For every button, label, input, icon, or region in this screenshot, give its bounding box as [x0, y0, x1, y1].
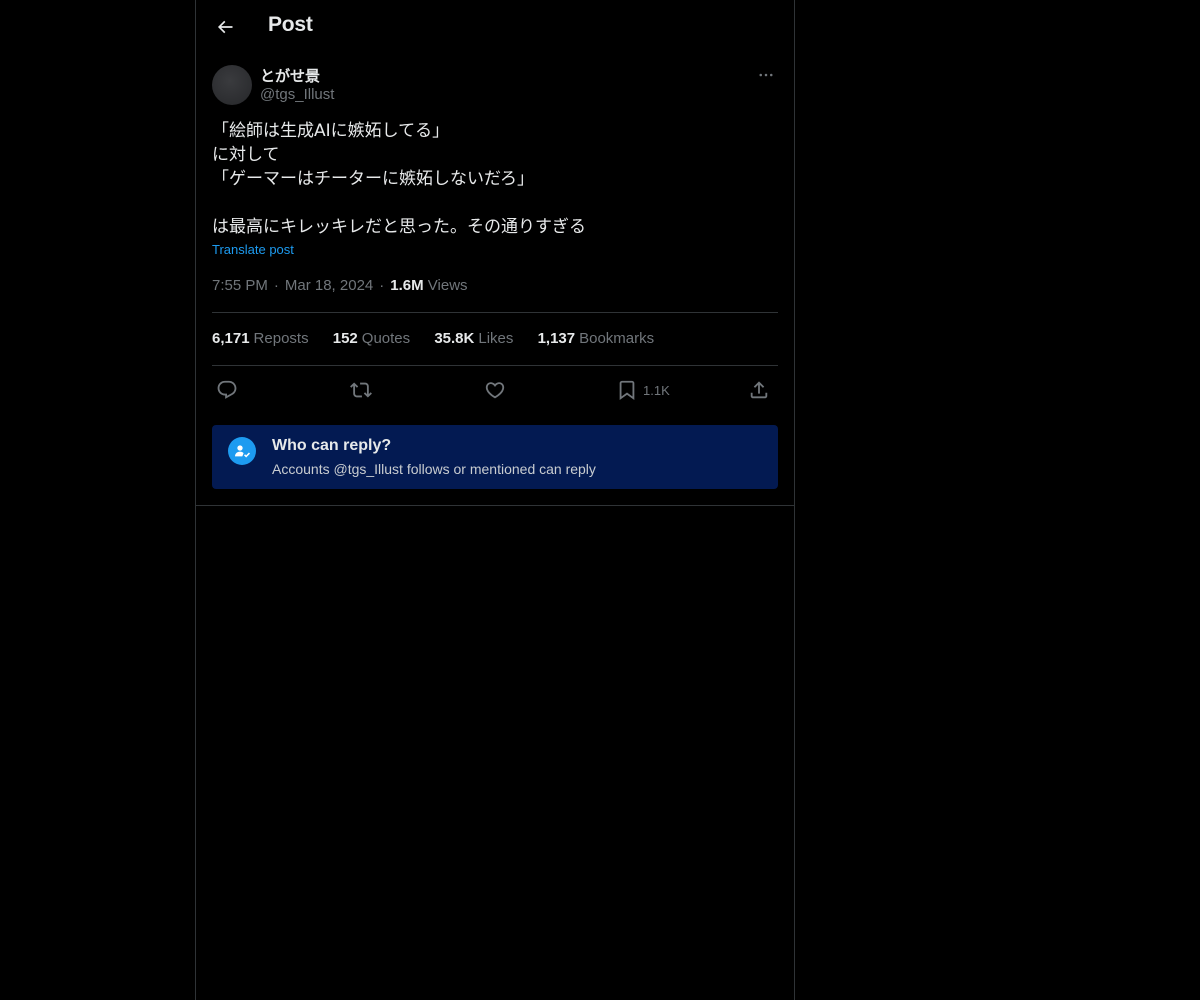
divider	[196, 505, 794, 506]
reply-icon	[217, 380, 237, 399]
post-metadata: 7:55 PM · Mar 18, 2024 · 1.6M Views	[212, 277, 468, 294]
who-can-reply-subtitle: Accounts @tgs_Illust follows or mentione…	[272, 461, 596, 477]
page-title: Post	[268, 13, 313, 36]
post-text-line: 「絵師は生成AIに嫉妬してる」	[212, 121, 450, 141]
bookmarks-stat[interactable]: 1,137 Bookmarks	[538, 330, 655, 347]
action-bar: 1.1K	[212, 376, 778, 404]
person-mention-icon	[235, 445, 250, 458]
views-label: Views	[427, 277, 468, 294]
author-handle[interactable]: @tgs_Illust	[260, 86, 334, 103]
bookmark-icon	[619, 380, 635, 401]
quotes-count: 152	[332, 330, 358, 347]
likes-stat[interactable]: 35.8K Likes	[434, 330, 513, 347]
likes-label: Likes	[478, 330, 514, 347]
reposts-count: 6,171	[212, 330, 250, 347]
quotes-label: Quotes	[361, 330, 411, 347]
author-display-name[interactable]: とがせ景	[260, 65, 320, 86]
reposts-stat[interactable]: 6,171 Reposts	[212, 330, 309, 347]
post-text: 「絵師は生成AIに嫉妬してる」 に対して 「ゲーマーはチーターに嫉妬しないだろ」…	[212, 119, 778, 239]
post-date[interactable]: Mar 18, 2024	[285, 277, 373, 294]
more-options-button[interactable]	[754, 65, 778, 85]
bookmarks-label: Bookmarks	[579, 330, 655, 347]
post-time[interactable]: 7:55 PM	[212, 277, 268, 294]
likes-count: 35.8K	[434, 330, 475, 347]
share-button[interactable]	[748, 376, 770, 404]
like-button[interactable]	[484, 376, 506, 404]
who-can-reply-banner: Who can reply? Accounts @tgs_Illust foll…	[212, 425, 778, 489]
page-header: Post	[196, 0, 794, 54]
repost-icon	[350, 382, 372, 398]
avatar[interactable]	[212, 65, 252, 105]
heart-icon	[485, 382, 505, 399]
reposts-label: Reposts	[253, 330, 309, 347]
separator-dot: ·	[273, 277, 279, 294]
divider	[212, 312, 778, 313]
share-icon	[750, 381, 768, 399]
quotes-stat[interactable]: 152 Quotes	[333, 330, 410, 347]
reply-button[interactable]	[216, 376, 238, 404]
views-count: 1.6M	[390, 277, 424, 294]
back-button[interactable]	[208, 10, 242, 44]
bookmarks-count: 1,137	[537, 330, 576, 347]
primary-column: Post とがせ景 @tgs_Illust 「絵師は生成AIに嫉妬してる」 に対…	[195, 0, 795, 1000]
who-can-reply-title: Who can reply?	[272, 437, 392, 454]
divider	[212, 365, 778, 366]
post-stats: 6,171 Reposts 152 Quotes 35.8K Likes 1,137 B…	[212, 330, 674, 347]
more-dots-icon	[759, 73, 773, 77]
repost-button[interactable]	[350, 376, 372, 404]
bookmark-button[interactable]: 1.1K	[616, 376, 670, 404]
separator-dot: ·	[379, 277, 385, 294]
post-text-line: に対して	[212, 145, 280, 165]
translate-post-link[interactable]: Translate post	[212, 242, 294, 257]
who-can-reply-icon-badge	[228, 437, 256, 465]
bookmark-count: 1.1K	[643, 382, 670, 398]
post-text-line: は最高にキレッキレだと思った。その通りすぎる	[212, 217, 586, 237]
post-text-line	[212, 191, 778, 215]
post-text-line: 「ゲーマーはチーターに嫉妬しないだろ」	[212, 169, 534, 189]
arrow-left-icon	[217, 20, 233, 34]
